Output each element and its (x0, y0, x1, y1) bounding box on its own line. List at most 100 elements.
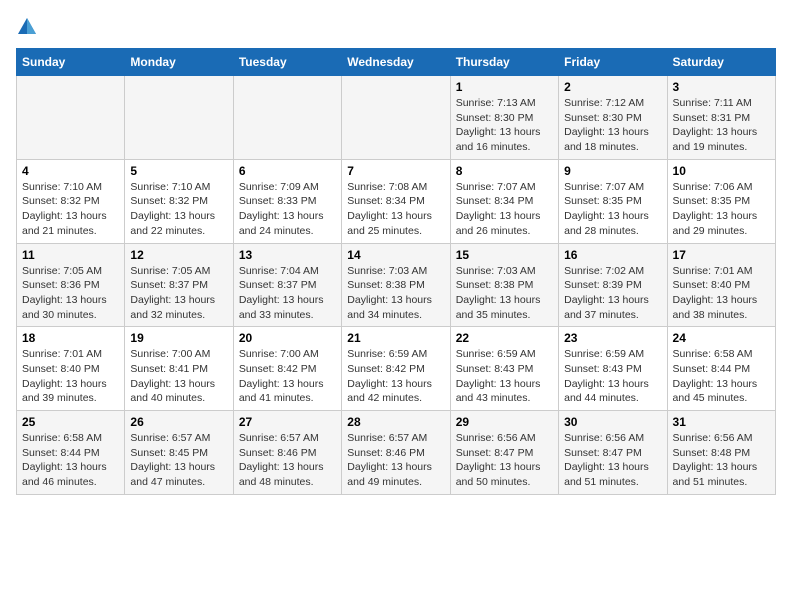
day-number: 24 (673, 331, 770, 345)
day-info: Sunrise: 7:12 AMSunset: 8:30 PMDaylight:… (564, 96, 661, 155)
calendar-week-row: 11 Sunrise: 7:05 AMSunset: 8:36 PMDayligh… (17, 243, 776, 327)
day-number: 19 (130, 331, 227, 345)
day-info: Sunrise: 7:05 AMSunset: 8:36 PMDaylight:… (22, 264, 119, 323)
day-number: 22 (456, 331, 553, 345)
day-number: 15 (456, 248, 553, 262)
day-number: 20 (239, 331, 336, 345)
day-number: 5 (130, 164, 227, 178)
calendar-header-row: SundayMondayTuesdayWednesdayThursdayFrid… (17, 49, 776, 76)
day-number: 29 (456, 415, 553, 429)
day-info: Sunrise: 7:01 AMSunset: 8:40 PMDaylight:… (22, 347, 119, 406)
calendar-week-row: 25 Sunrise: 6:58 AMSunset: 8:44 PMDayligh… (17, 411, 776, 495)
day-info: Sunrise: 6:57 AMSunset: 8:46 PMDaylight:… (239, 431, 336, 490)
day-number: 31 (673, 415, 770, 429)
calendar-week-row: 18Sunrise: 7:01 AMSunset: 8:40 PMDayligh… (17, 327, 776, 411)
logo-icon (16, 16, 38, 38)
calendar-cell: 21 Sunrise: 6:59 AMSunset: 8:42 PMDayligh… (342, 327, 450, 411)
day-number: 25 (22, 415, 119, 429)
calendar-cell: 26 Sunrise: 6:57 AMSunset: 8:45 PMDayligh… (125, 411, 233, 495)
calendar-cell: 2 Sunrise: 7:12 AMSunset: 8:30 PMDaylight… (559, 76, 667, 160)
day-number: 16 (564, 248, 661, 262)
day-info: Sunrise: 7:10 AMSunset: 8:32 PMDaylight:… (22, 180, 119, 239)
calendar-cell: 13 Sunrise: 7:04 AMSunset: 8:37 PMDayligh… (233, 243, 341, 327)
header-monday: Monday (125, 49, 233, 76)
header-saturday: Saturday (667, 49, 775, 76)
header-sunday: Sunday (17, 49, 125, 76)
calendar-cell: 9Sunrise: 7:07 AMSunset: 8:35 PMDaylight… (559, 159, 667, 243)
day-number: 14 (347, 248, 444, 262)
day-number: 27 (239, 415, 336, 429)
day-info: Sunrise: 7:07 AMSunset: 8:34 PMDaylight:… (456, 180, 553, 239)
calendar-cell (233, 76, 341, 160)
calendar-cell: 8 Sunrise: 7:07 AMSunset: 8:34 PMDaylight… (450, 159, 558, 243)
calendar-cell: 11 Sunrise: 7:05 AMSunset: 8:36 PMDayligh… (17, 243, 125, 327)
day-info: Sunrise: 6:58 AMSunset: 8:44 PMDaylight:… (673, 347, 770, 406)
day-number: 26 (130, 415, 227, 429)
calendar-cell: 23 Sunrise: 6:59 AMSunset: 8:43 PMDayligh… (559, 327, 667, 411)
day-info: Sunrise: 6:57 AMSunset: 8:45 PMDaylight:… (130, 431, 227, 490)
calendar-cell: 28 Sunrise: 6:57 AMSunset: 8:46 PMDayligh… (342, 411, 450, 495)
day-info: Sunrise: 7:13 AMSunset: 8:30 PMDaylight:… (456, 96, 553, 155)
logo (16, 16, 42, 38)
calendar-cell: 29 Sunrise: 6:56 AMSunset: 8:47 PMDayligh… (450, 411, 558, 495)
day-info: Sunrise: 6:56 AMSunset: 8:47 PMDaylight:… (456, 431, 553, 490)
day-number: 1 (456, 80, 553, 94)
calendar-cell: 30Sunrise: 6:56 AMSunset: 8:47 PMDayligh… (559, 411, 667, 495)
day-info: Sunrise: 6:58 AMSunset: 8:44 PMDaylight:… (22, 431, 119, 490)
calendar-cell: 14 Sunrise: 7:03 AMSunset: 8:38 PMDayligh… (342, 243, 450, 327)
day-info: Sunrise: 7:03 AMSunset: 8:38 PMDaylight:… (347, 264, 444, 323)
day-number: 9 (564, 164, 661, 178)
header-friday: Friday (559, 49, 667, 76)
calendar-cell: 20 Sunrise: 7:00 AMSunset: 8:42 PMDayligh… (233, 327, 341, 411)
header-wednesday: Wednesday (342, 49, 450, 76)
calendar-week-row: 4 Sunrise: 7:10 AMSunset: 8:32 PMDaylight… (17, 159, 776, 243)
calendar-cell: 15 Sunrise: 7:03 AMSunset: 8:38 PMDayligh… (450, 243, 558, 327)
calendar-cell: 6 Sunrise: 7:09 AMSunset: 8:33 PMDaylight… (233, 159, 341, 243)
day-info: Sunrise: 6:57 AMSunset: 8:46 PMDaylight:… (347, 431, 444, 490)
calendar-cell: 27 Sunrise: 6:57 AMSunset: 8:46 PMDayligh… (233, 411, 341, 495)
header-thursday: Thursday (450, 49, 558, 76)
day-number: 2 (564, 80, 661, 94)
day-number: 11 (22, 248, 119, 262)
calendar-cell: 24 Sunrise: 6:58 AMSunset: 8:44 PMDayligh… (667, 327, 775, 411)
header-tuesday: Tuesday (233, 49, 341, 76)
calendar-week-row: 1 Sunrise: 7:13 AMSunset: 8:30 PMDaylight… (17, 76, 776, 160)
day-number: 23 (564, 331, 661, 345)
day-info: Sunrise: 7:09 AMSunset: 8:33 PMDaylight:… (239, 180, 336, 239)
day-info: Sunrise: 6:59 AMSunset: 8:43 PMDaylight:… (564, 347, 661, 406)
day-info: Sunrise: 6:56 AMSunset: 8:48 PMDaylight:… (673, 431, 770, 490)
day-info: Sunrise: 6:59 AMSunset: 8:42 PMDaylight:… (347, 347, 444, 406)
day-info: Sunrise: 6:59 AMSunset: 8:43 PMDaylight:… (456, 347, 553, 406)
day-number: 7 (347, 164, 444, 178)
day-info: Sunrise: 7:03 AMSunset: 8:38 PMDaylight:… (456, 264, 553, 323)
day-number: 12 (130, 248, 227, 262)
day-info: Sunrise: 7:00 AMSunset: 8:42 PMDaylight:… (239, 347, 336, 406)
calendar-cell (342, 76, 450, 160)
day-info: Sunrise: 7:00 AMSunset: 8:41 PMDaylight:… (130, 347, 227, 406)
day-number: 13 (239, 248, 336, 262)
calendar-cell: 5 Sunrise: 7:10 AMSunset: 8:32 PMDaylight… (125, 159, 233, 243)
day-number: 28 (347, 415, 444, 429)
calendar-cell (17, 76, 125, 160)
day-number: 21 (347, 331, 444, 345)
day-info: Sunrise: 7:06 AMSunset: 8:35 PMDaylight:… (673, 180, 770, 239)
day-number: 4 (22, 164, 119, 178)
day-info: Sunrise: 7:10 AMSunset: 8:32 PMDaylight:… (130, 180, 227, 239)
calendar-cell (125, 76, 233, 160)
calendar-cell: 16 Sunrise: 7:02 AMSunset: 8:39 PMDayligh… (559, 243, 667, 327)
day-info: Sunrise: 7:08 AMSunset: 8:34 PMDaylight:… (347, 180, 444, 239)
calendar-cell: 7 Sunrise: 7:08 AMSunset: 8:34 PMDaylight… (342, 159, 450, 243)
day-number: 6 (239, 164, 336, 178)
calendar-cell: 31 Sunrise: 6:56 AMSunset: 8:48 PMDayligh… (667, 411, 775, 495)
calendar-table: SundayMondayTuesdayWednesdayThursdayFrid… (16, 48, 776, 495)
day-info: Sunrise: 7:04 AMSunset: 8:37 PMDaylight:… (239, 264, 336, 323)
day-number: 10 (673, 164, 770, 178)
calendar-cell: 1 Sunrise: 7:13 AMSunset: 8:30 PMDaylight… (450, 76, 558, 160)
calendar-cell: 17Sunrise: 7:01 AMSunset: 8:40 PMDayligh… (667, 243, 775, 327)
calendar-cell: 10 Sunrise: 7:06 AMSunset: 8:35 PMDayligh… (667, 159, 775, 243)
calendar-cell: 12Sunrise: 7:05 AMSunset: 8:37 PMDayligh… (125, 243, 233, 327)
page-header (16, 16, 776, 38)
day-number: 8 (456, 164, 553, 178)
day-info: Sunrise: 7:02 AMSunset: 8:39 PMDaylight:… (564, 264, 661, 323)
day-number: 30 (564, 415, 661, 429)
